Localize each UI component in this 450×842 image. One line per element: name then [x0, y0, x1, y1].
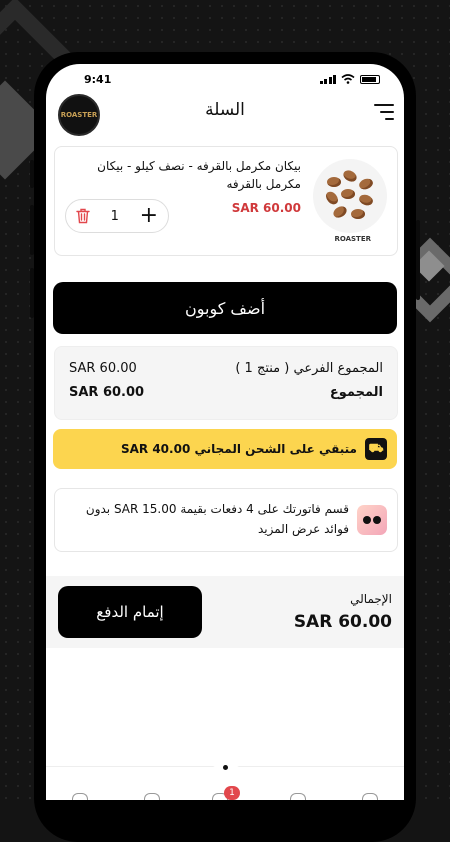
- phone-button: [30, 205, 34, 255]
- trash-icon[interactable]: [76, 208, 90, 224]
- total-value: SAR 60.00: [69, 385, 145, 400]
- phone-button: [30, 268, 34, 318]
- signal-icon: [319, 74, 336, 84]
- tabby-icon: [357, 505, 387, 535]
- subtotal-label: المجموع الفرعي ( منتج 1 ): [235, 361, 383, 376]
- phone-button: [30, 160, 34, 188]
- shipping-text: متبقي على الشحن المجاني SAR 40.00: [120, 442, 357, 456]
- home-icon[interactable]: [72, 793, 88, 800]
- status-icons: [319, 74, 380, 84]
- product-name[interactable]: بيكان مكرمل بالقرفه - نصف كيلو - بيكان م…: [63, 157, 301, 193]
- grand-total-label: الإجمالي: [350, 592, 392, 606]
- status-time: 9:41: [84, 73, 112, 86]
- free-shipping-banner: ⛟ متبقي على الشحن المجاني SAR 40.00: [53, 429, 397, 469]
- status-bar: 9:41: [46, 70, 404, 90]
- plus-icon[interactable]: +: [140, 205, 158, 227]
- menu-icon[interactable]: [374, 104, 394, 120]
- installments-text: قسم فاتورتك على 4 دفعات بقيمة SAR 15.00 …: [85, 502, 349, 536]
- app-header: ROASTER السلة: [46, 94, 404, 138]
- categories-icon[interactable]: [290, 793, 306, 800]
- heart-icon[interactable]: [144, 793, 160, 800]
- product-price: SAR 60.00: [231, 201, 301, 215]
- profile-icon[interactable]: [362, 793, 378, 800]
- bottom-tab-bar: 1: [46, 757, 404, 800]
- truck-icon: ⛟: [365, 438, 387, 460]
- app-screen: 9:41 ROASTER السلة ROASTER بيكان مكرمل ب…: [46, 64, 404, 800]
- grand-total-value: SAR 60.00: [293, 612, 392, 632]
- subtotal-value: SAR 60.00: [69, 361, 137, 376]
- add-coupon-button[interactable]: أضف كوبون: [53, 282, 397, 334]
- product-image[interactable]: [313, 159, 387, 233]
- phone-button: [416, 220, 420, 300]
- order-summary: المجموع الفرعي ( منتج 1 ) SAR 60.00 المج…: [54, 346, 398, 420]
- quantity-stepper: 1 +: [65, 199, 169, 233]
- installments-card[interactable]: قسم فاتورتك على 4 دفعات بقيمة SAR 15.00 …: [54, 488, 398, 552]
- checkout-button[interactable]: إتمام الدفع: [58, 586, 202, 638]
- quantity-value[interactable]: 1: [111, 209, 119, 224]
- checkout-bar: إتمام الدفع الإجمالي SAR 60.00: [46, 576, 404, 648]
- total-label: المجموع: [329, 385, 383, 400]
- product-brand: ROASTER: [334, 235, 371, 243]
- battery-icon: [360, 74, 380, 84]
- wifi-icon: [341, 74, 355, 84]
- cart-badge: 1: [224, 786, 240, 800]
- page-title: السلة: [205, 100, 245, 120]
- cart-item-card: ROASTER بيكان مكرمل بالقرفه - نصف كيلو -…: [54, 146, 398, 256]
- active-tab-dot: [223, 765, 228, 770]
